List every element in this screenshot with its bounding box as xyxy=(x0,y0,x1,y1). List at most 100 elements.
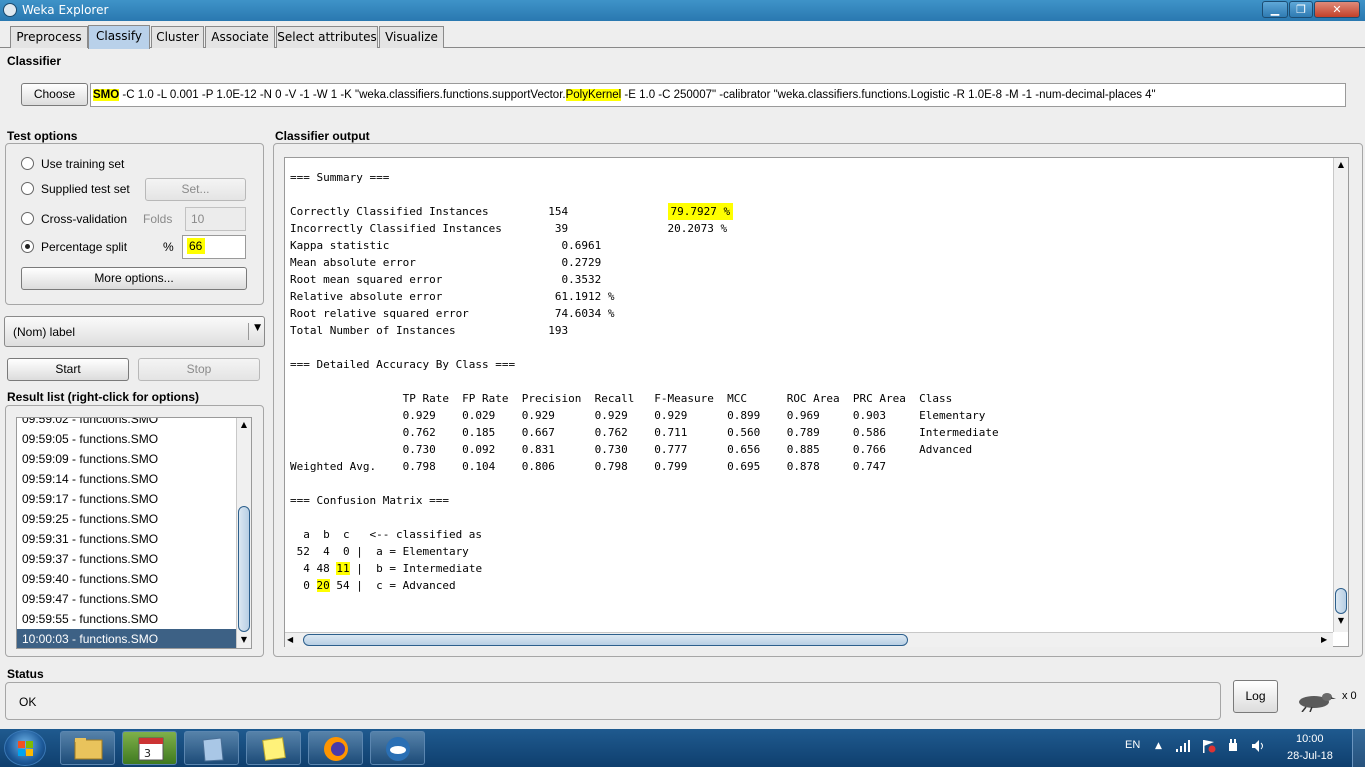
start-orb-icon[interactable] xyxy=(4,730,46,766)
class-attribute-value: (Nom) label xyxy=(13,325,76,339)
classifier-options-a: -C 1.0 -L 0.001 -P 1.0E-12 -N 0 -V -1 -W… xyxy=(119,89,566,101)
result-list-item[interactable]: 09:59:17 - functions.SMO xyxy=(17,489,236,509)
cross-validation-label: Cross-validation xyxy=(41,212,128,226)
maximize-button[interactable]: ❐ xyxy=(1289,1,1313,18)
output-horizontal-scrollbar[interactable]: ◀ ▶ xyxy=(285,632,1333,647)
result-list-box: 09:59:02 - functions.SMO 09:59:05 - funct… xyxy=(16,417,252,649)
volume-icon[interactable] xyxy=(1250,739,1266,753)
output-scroll-right-arrow-icon[interactable]: ▶ xyxy=(1321,633,1333,647)
percentage-split-value: 66 xyxy=(187,238,206,254)
classifier-name: SMO xyxy=(93,89,120,101)
result-list-item[interactable]: 09:59:25 - functions.SMO xyxy=(17,509,236,529)
language-indicator[interactable]: EN xyxy=(1125,739,1140,751)
output-line: TP Rate FP Rate Precision Recall F-Measu… xyxy=(290,392,953,405)
show-desktop-button[interactable] xyxy=(1352,729,1365,767)
firefox-icon[interactable] xyxy=(308,731,363,765)
title-bar: Weka Explorer ▁ ❐ ✕ xyxy=(0,0,1365,21)
windows-taskbar: 3 EN ▲ 10:00 28-Jul-18 xyxy=(0,729,1365,767)
tab-preprocess[interactable]: Preprocess xyxy=(10,26,88,48)
output-vertical-thumb[interactable] xyxy=(1335,588,1347,614)
confusion-row-b-start: 4 48 xyxy=(290,562,337,575)
folds-label: Folds xyxy=(143,212,173,226)
tab-select-attributes[interactable]: Select attributes xyxy=(276,26,378,48)
network-signal-icon[interactable] xyxy=(1175,739,1191,753)
output-vertical-scrollbar[interactable]: ▲ ▼ xyxy=(1333,158,1348,632)
output-scroll-up-arrow-icon[interactable]: ▲ xyxy=(1334,160,1348,174)
output-horizontal-thumb[interactable] xyxy=(303,634,908,646)
output-line: a b c <-- classified as xyxy=(290,528,483,541)
clock-time[interactable]: 10:00 xyxy=(1296,733,1324,745)
output-line: Root mean squared error 0.3532 xyxy=(290,273,602,286)
confusion-row-b-end: | b = Intermediate xyxy=(349,562,483,575)
use-training-set-radio[interactable] xyxy=(21,157,34,170)
notes-icon[interactable] xyxy=(184,731,239,765)
result-list-item[interactable]: 09:59:40 - functions.SMO xyxy=(17,569,236,589)
confusion-row-c: 0 20 54 | c = Advanced xyxy=(290,579,456,592)
set-test-set-button[interactable]: Set... xyxy=(145,178,246,201)
confusion-row-c-start: 0 xyxy=(290,579,317,592)
confusion-row-c-end: 54 | c = Advanced xyxy=(329,579,456,592)
output-line: === Confusion Matrix === xyxy=(290,494,449,507)
output-line: Kappa statistic 0.6961 xyxy=(290,239,602,252)
tab-strip: Preprocess Classify Cluster Associate Se… xyxy=(0,21,1365,49)
output-line: Relative absolute error 61.1912 % xyxy=(290,290,615,303)
more-options-button[interactable]: More options... xyxy=(21,267,247,290)
supplied-test-set-radio[interactable] xyxy=(21,182,34,195)
stop-button[interactable]: Stop xyxy=(138,358,260,381)
sticky-notes-icon[interactable] xyxy=(246,731,301,765)
output-scroll-down-arrow-icon[interactable]: ▼ xyxy=(1334,616,1348,630)
start-button[interactable]: Start xyxy=(7,358,129,381)
minimize-button[interactable]: ▁ xyxy=(1262,1,1288,18)
output-scroll-left-arrow-icon[interactable]: ◀ xyxy=(287,633,299,647)
power-plug-icon[interactable] xyxy=(1225,739,1241,753)
scroll-thumb[interactable] xyxy=(238,506,250,632)
task-count: x 0 xyxy=(1342,690,1357,702)
file-explorer-icon[interactable] xyxy=(60,731,115,765)
tab-cluster[interactable]: Cluster xyxy=(151,26,204,48)
calendar-app-icon[interactable]: 3 xyxy=(122,731,177,765)
percentage-split-radio[interactable] xyxy=(21,240,34,253)
result-list-item[interactable]: 09:59:14 - functions.SMO xyxy=(17,469,236,489)
classifier-options-b: -E 1.0 -C 250007" -calibrator "weka.clas… xyxy=(621,89,1156,101)
action-center-flag-icon[interactable] xyxy=(1200,739,1216,753)
log-button[interactable]: Log xyxy=(1233,680,1278,713)
result-list-title: Result list (right-click for options) xyxy=(7,390,200,404)
tab-visualize[interactable]: Visualize xyxy=(379,26,444,48)
status-panel: OK xyxy=(5,682,1221,720)
tab-classify[interactable]: Classify xyxy=(88,25,150,49)
percentage-split-label: Percentage split xyxy=(41,240,128,254)
result-list-item[interactable]: 10:00:03 - functions.SMO xyxy=(17,629,236,648)
output-line: 0.762 0.185 0.667 0.762 0.711 0.560 0.78… xyxy=(290,426,999,439)
class-attribute-select[interactable]: (Nom) label ▼ xyxy=(4,316,265,347)
result-list-item[interactable]: 09:59:47 - functions.SMO xyxy=(17,589,236,609)
result-list-item[interactable]: 09:59:37 - functions.SMO xyxy=(17,549,236,569)
output-line: Root relative squared error 74.6034 % xyxy=(290,307,615,320)
clock-date[interactable]: 28-Jul-18 xyxy=(1287,750,1333,762)
weka-icon[interactable] xyxy=(370,731,425,765)
result-list-item[interactable]: 09:59:09 - functions.SMO xyxy=(17,449,236,469)
classifier-config-field[interactable]: SMO -C 1.0 -L 0.001 -P 1.0E-12 -N 0 -V -… xyxy=(90,83,1346,107)
output-line: Incorrectly Classified Instances 39 20.2… xyxy=(290,222,728,235)
result-list-scrollbar[interactable]: ▲ ▼ xyxy=(236,418,251,648)
tab-associate[interactable]: Associate xyxy=(205,26,275,48)
chevron-down-icon: ▼ xyxy=(248,323,261,340)
output-line: 0.730 0.092 0.831 0.730 0.777 0.656 0.88… xyxy=(290,443,973,456)
classifier-section-title: Classifier xyxy=(7,54,62,68)
weka-bird-icon xyxy=(1292,690,1336,713)
scroll-down-arrow-icon[interactable]: ▼ xyxy=(237,633,251,647)
folds-input[interactable]: 10 xyxy=(185,207,246,231)
confusion-row-b: 4 48 11 | b = Intermediate xyxy=(290,562,482,575)
close-button[interactable]: ✕ xyxy=(1314,1,1360,18)
output-line: 0.929 0.029 0.929 0.929 0.929 0.899 0.96… xyxy=(290,409,986,422)
output-line: Weighted Avg. 0.798 0.104 0.806 0.798 0.… xyxy=(290,460,887,473)
percentage-split-input[interactable]: 66 xyxy=(182,235,246,259)
result-list-item[interactable]: 09:59:55 - functions.SMO xyxy=(17,609,236,629)
choose-button[interactable]: Choose xyxy=(21,83,88,106)
result-list-item[interactable]: 09:59:05 - functions.SMO xyxy=(17,429,236,449)
scroll-up-arrow-icon[interactable]: ▲ xyxy=(237,418,251,432)
result-list-item[interactable]: 09:59:02 - functions.SMO xyxy=(17,418,236,429)
status-text: OK xyxy=(19,695,37,709)
cross-validation-radio[interactable] xyxy=(21,212,34,225)
show-hidden-icons-icon[interactable]: ▲ xyxy=(1155,741,1162,751)
result-list-item[interactable]: 09:59:31 - functions.SMO xyxy=(17,529,236,549)
